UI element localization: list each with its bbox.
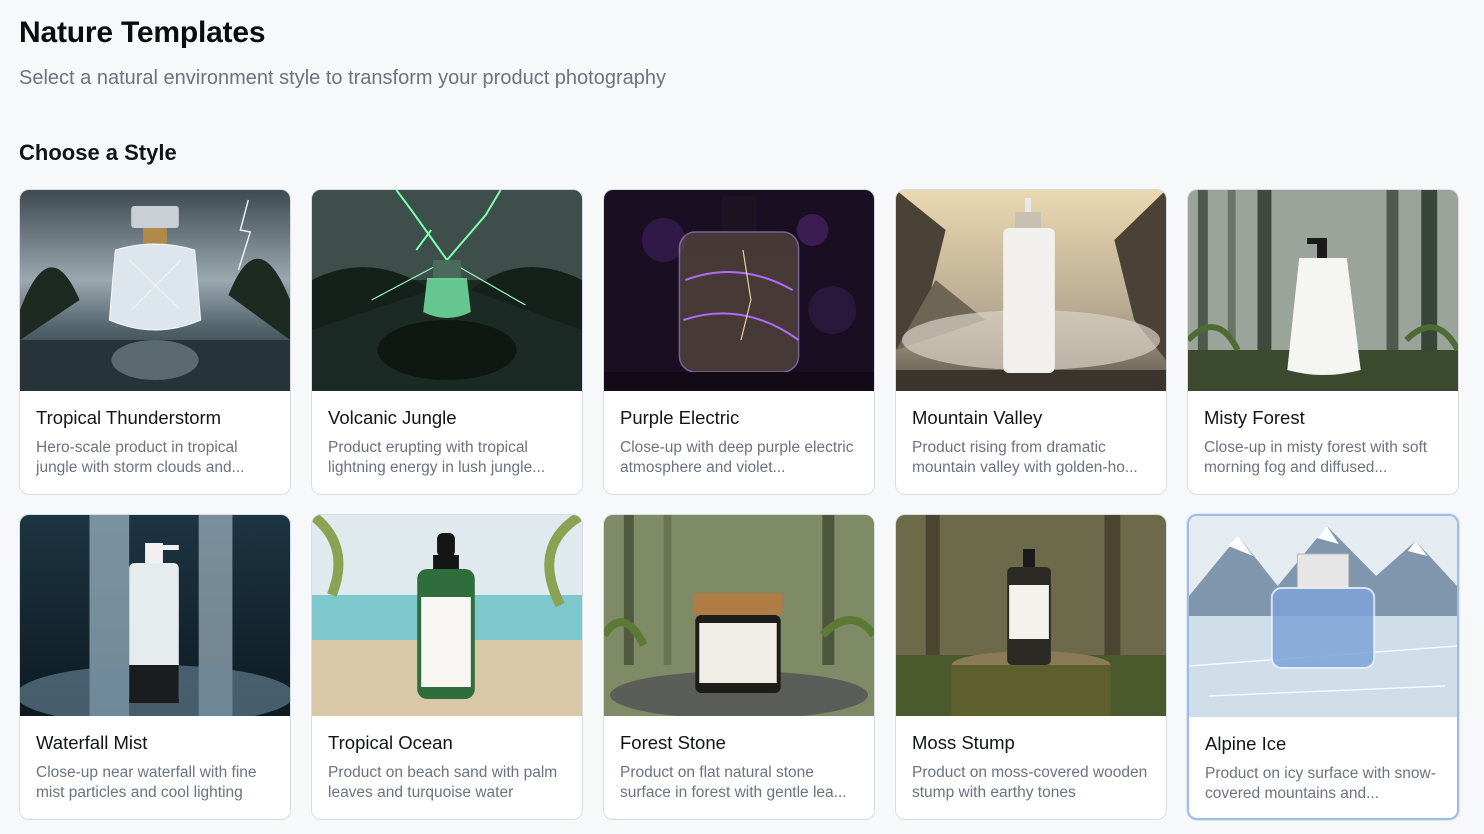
soap-dispenser-forest-image (1188, 190, 1458, 391)
template-description: Product on icy surface with snow-covered… (1205, 765, 1436, 802)
template-card[interactable]: Waterfall Mist Close-up near waterfall w… (19, 514, 291, 820)
template-description: Product on beach sand with palm leaves a… (328, 764, 558, 801)
template-description: Product on moss-covered wooden stump wit… (912, 764, 1148, 801)
template-thumbnail (20, 190, 290, 391)
template-description: Close-up in misty forest with soft morni… (1204, 439, 1428, 476)
template-thumbnail (604, 190, 874, 391)
jar-forest-stone-image (604, 515, 874, 716)
dropper-bottle-beach-image (312, 515, 582, 716)
template-description: Product rising from dramatic mountain va… (912, 439, 1138, 476)
template-card[interactable]: Mountain Valley Product rising from dram… (895, 189, 1167, 495)
pump-bottle-mountain-image (896, 190, 1166, 391)
template-title: Misty Forest (1204, 407, 1305, 428)
template-card[interactable]: Purple Electric Close-up with deep purpl… (603, 189, 875, 495)
bottle-green-lightning-image (312, 190, 582, 391)
template-card[interactable]: Tropical Thunderstorm Hero-scale product… (19, 189, 291, 495)
template-description: Close-up near waterfall with fine mist p… (36, 764, 257, 801)
perfume-bottle-thunderstorm-image (20, 190, 290, 391)
page-subtitle: Select a natural environment style to tr… (19, 67, 667, 89)
template-thumbnail (312, 515, 582, 716)
template-title: Forest Stone (620, 732, 726, 753)
nature-templates-page: Nature Templates Select a natural enviro… (0, 0, 1484, 834)
template-title: Mountain Valley (912, 407, 1043, 428)
template-description: Product on flat natural stone surface in… (620, 764, 847, 801)
template-thumbnail (1189, 516, 1457, 717)
section-title: Choose a Style (19, 140, 177, 165)
template-card[interactable]: Volcanic Jungle Product erupting with tr… (311, 189, 583, 495)
template-description: Close-up with deep purple electric atmos… (620, 439, 854, 476)
template-thumbnail (1188, 190, 1458, 391)
template-description: Hero-scale product in tropical jungle wi… (36, 439, 245, 476)
template-title: Purple Electric (620, 407, 740, 428)
template-title: Tropical Thunderstorm (36, 407, 222, 428)
pump-bottle-waterfall-image (20, 515, 290, 716)
perfume-bottle-alpine-image (1189, 516, 1457, 717)
template-card[interactable]: Forest Stone Product on flat natural sto… (603, 514, 875, 820)
template-card-selected[interactable]: Alpine Ice Product on icy surface with s… (1187, 514, 1459, 820)
template-description: Product erupting with tropical lightning… (328, 439, 546, 476)
template-thumbnail (20, 515, 290, 716)
template-thumbnail (604, 515, 874, 716)
template-grid: Tropical Thunderstorm Hero-scale product… (19, 189, 1459, 820)
template-card[interactable]: Tropical Ocean Product on beach sand wit… (311, 514, 583, 820)
pump-bottle-stump-image (896, 515, 1166, 716)
template-title: Waterfall Mist (36, 732, 148, 753)
template-card[interactable]: Misty Forest Close-up in misty forest wi… (1187, 189, 1459, 495)
template-title: Volcanic Jungle (328, 407, 457, 428)
template-thumbnail (896, 190, 1166, 391)
template-card[interactable]: Moss Stump Product on moss-covered woode… (895, 514, 1167, 820)
template-thumbnail (312, 190, 582, 391)
template-thumbnail (896, 515, 1166, 716)
bottle-purple-electric-image (604, 190, 874, 391)
page-title: Nature Templates (19, 16, 266, 49)
template-title: Alpine Ice (1205, 733, 1287, 754)
template-title: Tropical Ocean (328, 732, 453, 753)
template-title: Moss Stump (912, 732, 1015, 753)
